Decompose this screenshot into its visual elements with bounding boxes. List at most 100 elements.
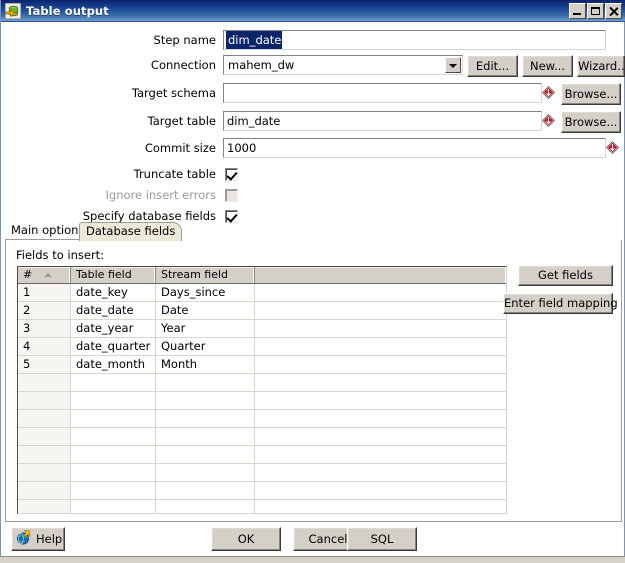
tab-main-options[interactable]: Main options [5, 223, 91, 240]
cell-stream-field[interactable]: Year [156, 320, 255, 337]
connection-wizard-button[interactable]: Wizard... [577, 55, 625, 77]
cell-table-field[interactable]: date_quarter [71, 338, 156, 355]
cell-stream-field[interactable]: Month [156, 356, 255, 373]
cell-index: 4 [18, 338, 71, 355]
cell-filler[interactable] [255, 428, 506, 445]
cell-table-field[interactable] [71, 500, 156, 513]
cell-stream-field[interactable] [156, 500, 255, 513]
cell-filler[interactable] [255, 410, 506, 427]
cell-filler[interactable] [255, 320, 506, 337]
commit-size-variable-icon[interactable] [605, 140, 620, 155]
column-header-stream-field[interactable]: Stream field [156, 267, 255, 283]
table-row-empty[interactable] [18, 464, 506, 482]
column-header-filler[interactable] [255, 267, 506, 283]
cell-table-field[interactable]: date_key [71, 284, 156, 301]
connection-label: Connection [150, 58, 216, 72]
get-fields-button[interactable]: Get fields [518, 265, 613, 286]
fields-to-insert-label: Fields to insert: [16, 248, 105, 262]
minimize-button[interactable] [569, 2, 586, 19]
cell-stream-field[interactable] [156, 464, 255, 481]
step-name-input[interactable]: dim_date [223, 30, 606, 50]
connection-value: mahem_dw [228, 58, 295, 72]
cell-filler[interactable] [255, 284, 506, 301]
connection-edit-button[interactable]: Edit... [467, 55, 518, 77]
empty-rows-container [18, 374, 506, 513]
tab-database-fields[interactable]: Database fields [79, 222, 183, 241]
cell-stream-field[interactable]: Date [156, 302, 255, 319]
cell-filler[interactable] [255, 464, 506, 481]
cell-table-field[interactable] [71, 464, 156, 481]
tab-bar: Main options Database fields [5, 222, 622, 241]
cell-table-field[interactable]: date_date [71, 302, 156, 319]
connection-new-button[interactable]: New... [522, 55, 573, 77]
column-header-table-field[interactable]: Table field [71, 267, 156, 283]
table-row-empty[interactable] [18, 410, 506, 428]
cell-table-field[interactable] [71, 446, 156, 463]
cell-filler[interactable] [255, 374, 506, 391]
connection-select[interactable]: mahem_dw [223, 55, 463, 75]
cell-stream-field[interactable] [156, 392, 255, 409]
help-button[interactable]: Help [11, 527, 65, 551]
cell-table-field[interactable] [71, 482, 156, 499]
table-row[interactable]: 3 date_year Year [18, 320, 506, 338]
enter-field-mapping-button[interactable]: Enter field mapping [503, 293, 618, 314]
target-schema-label: Target schema [131, 86, 216, 100]
cell-filler[interactable] [255, 392, 506, 409]
cell-table-field[interactable]: date_month [71, 356, 156, 373]
target-table-input[interactable] [223, 111, 542, 131]
fields-grid-header: # Table field Stream field [18, 267, 506, 284]
step-name-value: dim_date [226, 31, 283, 49]
table-row[interactable]: 5 date_month Month [18, 356, 506, 374]
cell-filler[interactable] [255, 446, 506, 463]
commit-size-input[interactable] [223, 138, 606, 158]
cell-table-field[interactable] [71, 392, 156, 409]
ok-button[interactable]: OK [211, 527, 281, 551]
ignore-insert-errors-checkbox [225, 189, 238, 202]
cell-index [18, 392, 71, 409]
table-row-empty[interactable] [18, 500, 506, 513]
cell-stream-field[interactable]: Days_since [156, 284, 255, 301]
title-bar: Table output [1, 0, 625, 22]
cell-table-field[interactable] [71, 428, 156, 445]
table-row[interactable]: 4 date_quarter Quarter [18, 338, 506, 356]
target-schema-variable-icon[interactable] [541, 85, 556, 100]
help-button-label: Help [36, 532, 63, 546]
cell-table-field[interactable] [71, 410, 156, 427]
sql-button[interactable]: SQL [347, 527, 417, 551]
table-row[interactable]: 1 date_key Days_since [18, 284, 506, 302]
cell-filler[interactable] [255, 356, 506, 373]
fields-grid[interactable]: # Table field Stream field 1 date_key Da… [17, 266, 507, 514]
target-table-variable-icon[interactable] [541, 113, 556, 128]
cell-stream-field[interactable] [156, 428, 255, 445]
target-schema-browse-button[interactable]: Browse... [561, 83, 621, 105]
column-header-index[interactable]: # [18, 267, 71, 283]
table-row-empty[interactable] [18, 428, 506, 446]
cell-stream-field[interactable]: Quarter [156, 338, 255, 355]
cell-index [18, 500, 71, 513]
table-row-empty[interactable] [18, 482, 506, 500]
cell-stream-field[interactable] [156, 374, 255, 391]
truncate-table-checkbox[interactable] [225, 168, 238, 181]
window-title: Table output [26, 3, 109, 18]
cell-filler[interactable] [255, 482, 506, 499]
target-table-browse-button[interactable]: Browse... [561, 111, 621, 133]
table-row-empty[interactable] [18, 392, 506, 410]
table-row-empty[interactable] [18, 446, 506, 464]
cell-stream-field[interactable] [156, 410, 255, 427]
cell-table-field[interactable]: date_year [71, 320, 156, 337]
table-row[interactable]: 2 date_date Date [18, 302, 506, 320]
target-schema-input[interactable] [223, 83, 542, 103]
cell-stream-field[interactable] [156, 482, 255, 499]
ignore-insert-errors-label: Ignore insert errors [105, 188, 217, 202]
sort-ascending-icon [44, 273, 52, 277]
cell-filler[interactable] [255, 338, 506, 355]
chevron-down-icon[interactable] [445, 57, 461, 73]
cell-table-field[interactable] [71, 374, 156, 391]
table-row-empty[interactable] [18, 374, 506, 392]
cell-filler[interactable] [255, 500, 506, 513]
cell-stream-field[interactable] [156, 446, 255, 463]
close-button[interactable] [605, 2, 622, 19]
cell-filler[interactable] [255, 302, 506, 319]
cell-index [18, 428, 71, 445]
maximize-button[interactable] [587, 2, 604, 19]
